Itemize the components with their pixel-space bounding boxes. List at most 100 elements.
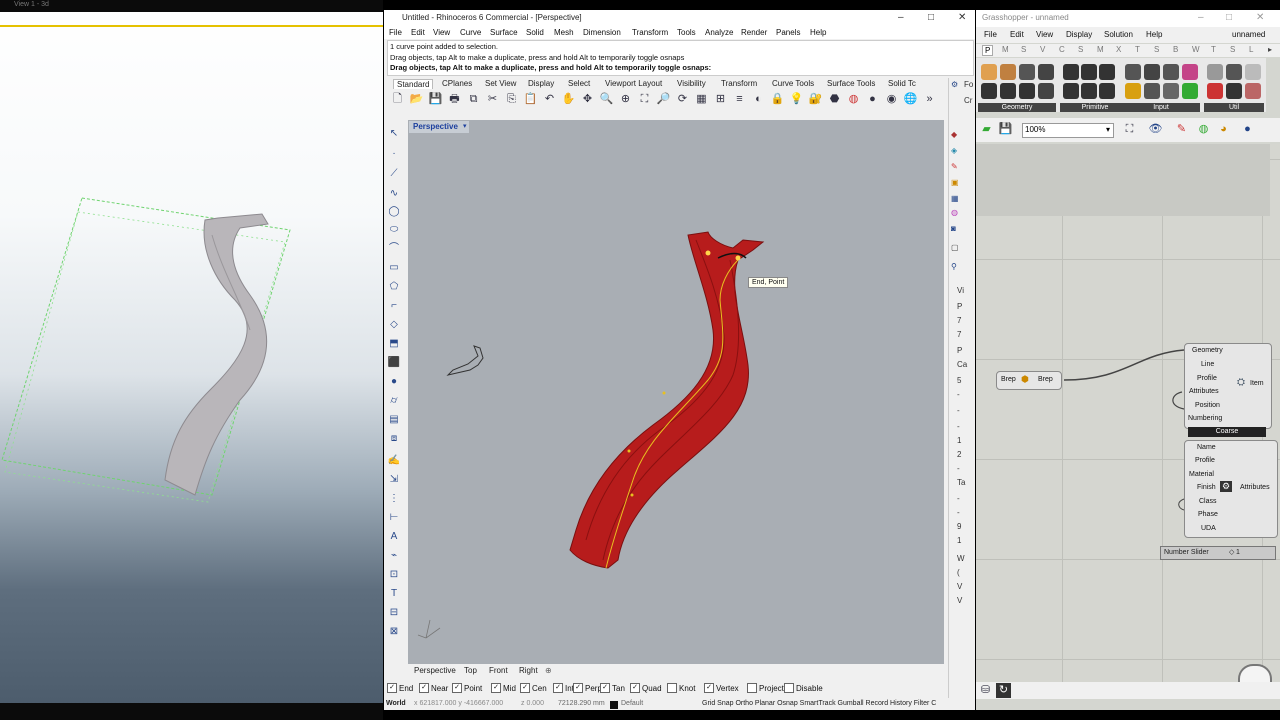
extrude-icon[interactable]: ⬒ — [386, 336, 402, 352]
status-cplane[interactable]: World — [386, 700, 406, 707]
brep-param-node[interactable]: Brep ⬢ Brep — [996, 371, 1062, 390]
geometry-param-icon[interactable] — [981, 83, 997, 99]
tab-display[interactable]: Display — [525, 79, 557, 88]
chevron-down-icon[interactable]: ▾ — [1106, 125, 1110, 134]
primitive-param-icon[interactable] — [1063, 83, 1079, 99]
util-param-icon[interactable] — [1226, 83, 1242, 99]
input-param-icon[interactable] — [1125, 83, 1141, 99]
input-profile[interactable]: Profile — [1197, 375, 1217, 382]
status-toggles[interactable]: Grid Snap Ortho Planar Osnap SmartTrack … — [702, 700, 936, 707]
param-component-1[interactable]: Geometry Line Profile Attributes Positio… — [1184, 343, 1272, 429]
text-icon[interactable]: A — [386, 529, 402, 545]
lock-icon[interactable]: 🔒 — [770, 92, 785, 107]
gh-tab-params[interactable]: P — [982, 45, 994, 56]
gh-menu-view[interactable]: View — [1036, 30, 1053, 39]
gh-close-icon[interactable]: ✕ — [1256, 12, 1264, 23]
transform-icon[interactable]: ✍ — [386, 453, 402, 469]
number-slider[interactable]: Number Slider ◇ 1 — [1160, 546, 1276, 560]
gh-shaded-icon[interactable]: ◕ — [1216, 122, 1231, 137]
light-icon[interactable]: 💡 — [789, 92, 804, 107]
rotate-view-icon[interactable]: ✥ — [580, 92, 595, 107]
geometry-param-icon[interactable] — [1038, 64, 1054, 80]
pan-icon[interactable]: ✋ — [561, 92, 576, 107]
panel-options-icon[interactable]: ⚙ — [951, 80, 958, 89]
gh-menu-edit[interactable]: Edit — [1010, 30, 1024, 39]
geometry-param-icon[interactable] — [1000, 83, 1016, 99]
maximize-icon[interactable]: □ — [928, 12, 934, 23]
gh-tab-curve[interactable]: C — [1059, 45, 1065, 54]
control-point-icon[interactable] — [735, 255, 741, 261]
trim-icon[interactable]: T — [386, 586, 402, 602]
input-profile-2[interactable]: Profile — [1195, 457, 1215, 464]
ellipse-icon[interactable]: ⬭ — [386, 222, 402, 238]
osnap-quad[interactable]: ✓ Quad — [630, 683, 662, 693]
paste-icon[interactable]: 📋 — [523, 92, 538, 107]
osnap-knot[interactable]: Knot — [667, 683, 695, 693]
gh-menu-solution[interactable]: Solution — [1104, 30, 1133, 39]
polygon-icon[interactable]: ⬠ — [386, 279, 402, 295]
gh-tab-sets[interactable]: S — [1021, 45, 1026, 54]
menu-transform[interactable]: Transform — [632, 28, 668, 37]
command-history[interactable]: 1 curve point added to selection. Drag o… — [387, 40, 974, 76]
save-icon[interactable]: 💾 — [428, 92, 443, 107]
gh-zoom-extents-icon[interactable]: ⛶ — [1122, 122, 1137, 137]
move-icon[interactable]: ⇲ — [386, 472, 402, 488]
color-wheel-icon[interactable]: ◍ — [846, 92, 861, 107]
input-material[interactable]: Material — [1189, 471, 1214, 478]
osnap-checkbox[interactable]: ✓ — [419, 683, 429, 693]
input-name[interactable]: Name — [1197, 444, 1216, 451]
gh-menu-display[interactable]: Display — [1066, 30, 1092, 39]
dimension-icon[interactable]: ⊢ — [386, 510, 402, 526]
tab-curve-tools[interactable]: Curve Tools — [769, 79, 817, 88]
gh-sphere-icon[interactable]: ● — [1240, 122, 1255, 137]
gh-tab-s[interactable]: S — [1230, 45, 1235, 54]
osnap-tan[interactable]: ✓ Tan — [600, 683, 625, 693]
geometry-param-icon[interactable] — [1000, 64, 1016, 80]
rotate-icon[interactable]: ⟳ — [675, 92, 690, 107]
gh-save-icon[interactable]: 💾 — [998, 122, 1013, 137]
panel-render-icon[interactable]: ✎ — [951, 162, 958, 171]
rectangle-icon[interactable]: ▭ — [386, 260, 402, 276]
menu-mesh[interactable]: Mesh — [554, 28, 574, 37]
mesh-icon[interactable]: ▤ — [386, 412, 402, 428]
gh-menu-file[interactable]: File — [984, 30, 997, 39]
panel-color-icon[interactable]: ◍ — [951, 208, 958, 217]
osnap-checkbox[interactable]: ✓ — [491, 683, 501, 693]
panel-frame-icon[interactable]: ▢ — [951, 243, 959, 252]
gh-tab-l[interactable]: L — [1249, 45, 1253, 54]
grid-icon[interactable]: ▦ — [694, 92, 709, 107]
panel-plugin-icon[interactable]: ⚲ — [951, 262, 957, 271]
tab-top[interactable]: Top — [464, 666, 477, 675]
analyze-icon[interactable]: ⌁ — [386, 548, 402, 564]
tab-cplanes[interactable]: CPlanes — [439, 79, 475, 88]
input-line[interactable]: Line — [1201, 361, 1214, 368]
primitive-param-icon[interactable] — [1099, 83, 1115, 99]
panel-folder-icon[interactable]: ▣ — [951, 178, 959, 187]
menu-tools[interactable]: Tools — [677, 28, 696, 37]
osnap-checkbox[interactable]: ✓ — [600, 683, 610, 693]
input-param-icon[interactable] — [1182, 83, 1198, 99]
zoom-window-icon[interactable]: ⊕ — [618, 92, 633, 107]
osnap-icon[interactable]: ⊠ — [386, 624, 402, 640]
util-param-icon[interactable] — [1245, 64, 1261, 80]
input-uda[interactable]: UDA — [1201, 525, 1216, 532]
tab-transform[interactable]: Transform — [718, 79, 760, 88]
menu-edit[interactable]: Edit — [411, 28, 425, 37]
gh-menu-help[interactable]: Help — [1146, 30, 1162, 39]
osnap-checkbox[interactable] — [667, 683, 677, 693]
close-icon[interactable]: ✕ — [958, 12, 966, 23]
menu-render[interactable]: Render — [741, 28, 767, 37]
gh-autosave-icon[interactable]: ↻ — [996, 683, 1011, 698]
input-position[interactable]: Position — [1195, 402, 1220, 409]
tab-visibility[interactable]: Visibility — [674, 79, 709, 88]
gh-tab-maths[interactable]: M — [1002, 45, 1009, 54]
tab-surface-tools[interactable]: Surface Tools — [824, 79, 878, 88]
osnap-checkbox[interactable]: ✓ — [452, 683, 462, 693]
curve-icon[interactable]: ∿ — [386, 186, 402, 202]
panel-materials-icon[interactable]: ▦ — [951, 194, 959, 203]
osnap-checkbox[interactable]: ✓ — [520, 683, 530, 693]
coarse-footer[interactable]: Coarse — [1188, 427, 1266, 437]
minimize-icon[interactable]: – — [898, 12, 904, 23]
primitive-param-icon[interactable] — [1081, 83, 1097, 99]
osnap-checkbox[interactable]: ✓ — [573, 683, 583, 693]
